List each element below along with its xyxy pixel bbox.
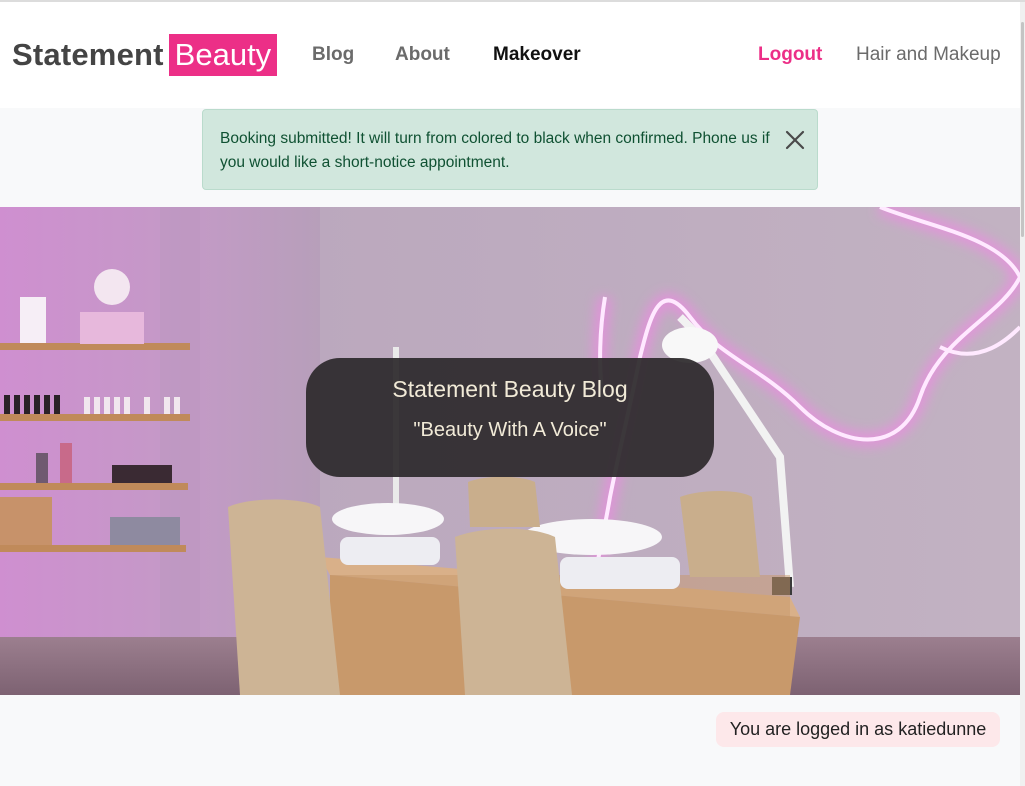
nav-link-blog[interactable]: Blog — [312, 44, 354, 66]
page-scrollbar[interactable] — [1020, 2, 1025, 786]
brand-highlight-text: Beauty — [168, 34, 278, 76]
logout-link[interactable]: Logout — [758, 44, 822, 66]
hero-banner: Statement Beauty Blog "Beauty With A Voi… — [0, 207, 1020, 695]
hero-overlay: Statement Beauty Blog "Beauty With A Voi… — [306, 358, 714, 477]
booking-alert: Booking submitted! It will turn from col… — [202, 109, 818, 190]
brand-primary-text: Statement — [12, 37, 164, 72]
nav-link-hair-and-makeup[interactable]: Hair and Makeup — [856, 44, 1001, 66]
nav-link-about[interactable]: About — [395, 44, 450, 66]
alert-message: Booking submitted! It will turn from col… — [220, 130, 770, 171]
navbar: Statement Beauty Blog About Makeover Log… — [0, 2, 1020, 108]
nav-link-makeover[interactable]: Makeover — [493, 44, 581, 66]
hero-title: Statement Beauty Blog — [392, 376, 628, 402]
close-icon[interactable] — [781, 126, 809, 154]
brand-logo[interactable]: Statement Beauty — [12, 34, 278, 76]
login-status-badge: You are logged in as katiedunne — [716, 712, 1000, 747]
scrollbar-thumb[interactable] — [1021, 22, 1024, 237]
hero-tagline: "Beauty With A Voice" — [413, 419, 607, 441]
